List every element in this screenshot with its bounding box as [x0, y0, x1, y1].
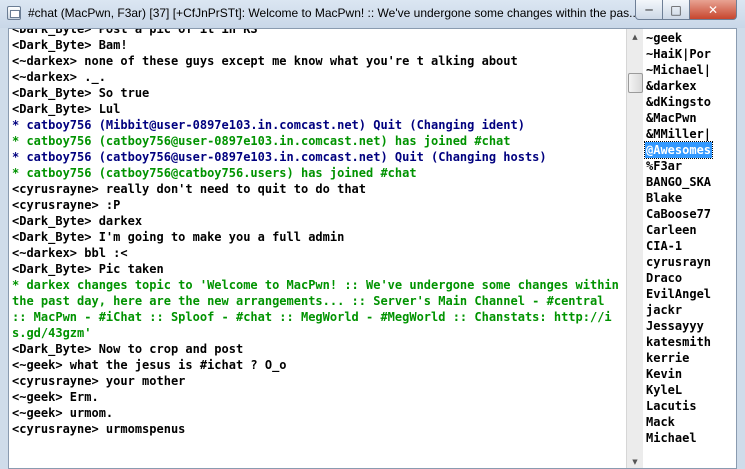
nick-list-item[interactable]: &dKingsto	[645, 94, 712, 110]
chat-line-quit: * catboy756 (catboy756@user-0897e103.in.…	[12, 150, 547, 164]
chat-scrollbar[interactable]: ▲ ▼	[626, 29, 643, 468]
nick-list-item[interactable]: KyleL	[645, 382, 712, 398]
chat-line-msg: <Dark_Byte> Lul	[12, 102, 121, 116]
nick-list-item[interactable]: EvilAngel	[645, 286, 712, 302]
chat-line-join: * catboy756 (catboy756@catboy756.users) …	[12, 166, 417, 180]
chat-line-msg: <Dark_Byte> Post a pic of it in KS	[12, 29, 258, 36]
nick-list-item[interactable]: &darkex	[645, 78, 712, 94]
chat-line-msg: <Dark_Byte> Bam!	[12, 38, 128, 52]
chat-line-msg: <cyrusrayne> really don't need to quit t…	[12, 182, 367, 196]
chat-line-msg: <Dark_Byte> Now to crop and post	[12, 342, 244, 356]
nick-list-item[interactable]: Jessayyy	[645, 318, 712, 334]
chat-line-msg: <~darkex> none of these guys except me k…	[12, 54, 518, 68]
window-title: #chat (MacPwn, F3ar) [37] [+CfJnPrSTt]: …	[28, 6, 640, 20]
chat-line-msg: <~geek> urmom.	[12, 406, 114, 420]
scrollbar-thumb[interactable]	[628, 73, 643, 93]
window-icon[interactable]	[7, 6, 21, 20]
scroll-down-icon[interactable]: ▼	[627, 454, 643, 468]
nick-list-item[interactable]: katesmith	[645, 334, 712, 350]
nick-list-item[interactable]: CIA-1	[645, 238, 712, 254]
nick-list-item[interactable]: &MacPwn	[645, 110, 712, 126]
nick-list-item[interactable]: ~geek	[645, 30, 712, 46]
nick-list-item[interactable]: ~Michael|	[645, 62, 712, 78]
nick-list-item[interactable]: Kevin	[645, 366, 712, 382]
nick-list-item[interactable]: Draco	[645, 270, 712, 286]
channel-window: <Dark_Byte> Post a pic of it in KS <Dark_…	[8, 28, 737, 469]
chat-line-msg: <Dark_Byte> I'm going to make you a full…	[12, 230, 345, 244]
nick-list-item[interactable]: Michael	[645, 430, 712, 446]
nick-list-item[interactable]: Mack	[645, 414, 712, 430]
nick-list-item[interactable]: kerrie	[645, 350, 712, 366]
nick-list-item[interactable]: Lacutis	[645, 398, 712, 414]
nick-list-item[interactable]: ~HaiK|Por	[645, 46, 712, 62]
chat-line-msg: <Dark_Byte> darkex	[12, 214, 143, 228]
chat-line-msg: <cyrusrayne> urmomspenus	[12, 422, 186, 436]
nick-list-item[interactable]: cyrusrayn	[645, 254, 712, 270]
chat-line-msg: <~darkex> ._.	[12, 70, 106, 84]
chat-line-quit: * catboy756 (Mibbit@user-0897e103.in.com…	[12, 118, 525, 132]
chat-line-topic: * darkex changes topic to 'Welcome to Ma…	[12, 278, 619, 340]
chat-log[interactable]: <Dark_Byte> Post a pic of it in KS <Dark_…	[9, 29, 625, 468]
chat-line-msg: <~geek> Erm.	[12, 390, 99, 404]
chat-line-msg: <cyrusrayne> :P	[12, 198, 121, 212]
nick-list-item[interactable]: Blake	[645, 190, 712, 206]
chat-line-join: * catboy756 (catboy756@user-0897e103.in.…	[12, 134, 511, 148]
close-button[interactable]: ✕	[689, 0, 737, 20]
nick-list-item[interactable]: jackr	[645, 302, 712, 318]
nick-list-item[interactable]: @Awesomes	[643, 141, 714, 159]
chat-line-msg: <~geek> what the jesus is #ichat ? O_o	[12, 358, 287, 372]
minimize-button[interactable]: ─	[635, 0, 663, 20]
chat-line-msg: <~darkex> bbl :<	[12, 246, 128, 260]
nick-list-item[interactable]: BANGO_SKA	[645, 174, 712, 190]
nick-list[interactable]: ~geek ~HaiK|Por ~Michael| &darkex &dKingsto &…	[643, 29, 736, 468]
nick-list-item[interactable]: Carleen	[645, 222, 712, 238]
chat-line-msg: <Dark_Byte> Pic taken	[12, 262, 164, 276]
maximize-button[interactable]: □	[662, 0, 690, 20]
nick-list-item[interactable]: &MMiller|	[645, 126, 712, 142]
nick-list-item[interactable]: CaBoose77	[645, 206, 712, 222]
nick-list-item[interactable]: %F3ar	[645, 158, 712, 174]
chat-line-msg: <Dark_Byte> So true	[12, 86, 150, 100]
scroll-up-icon[interactable]: ▲	[627, 29, 643, 45]
chat-line-msg: <cyrusrayne> your mother	[12, 374, 186, 388]
title-bar[interactable]: #chat (MacPwn, F3ar) [37] [+CfJnPrSTt]: …	[0, 0, 745, 28]
